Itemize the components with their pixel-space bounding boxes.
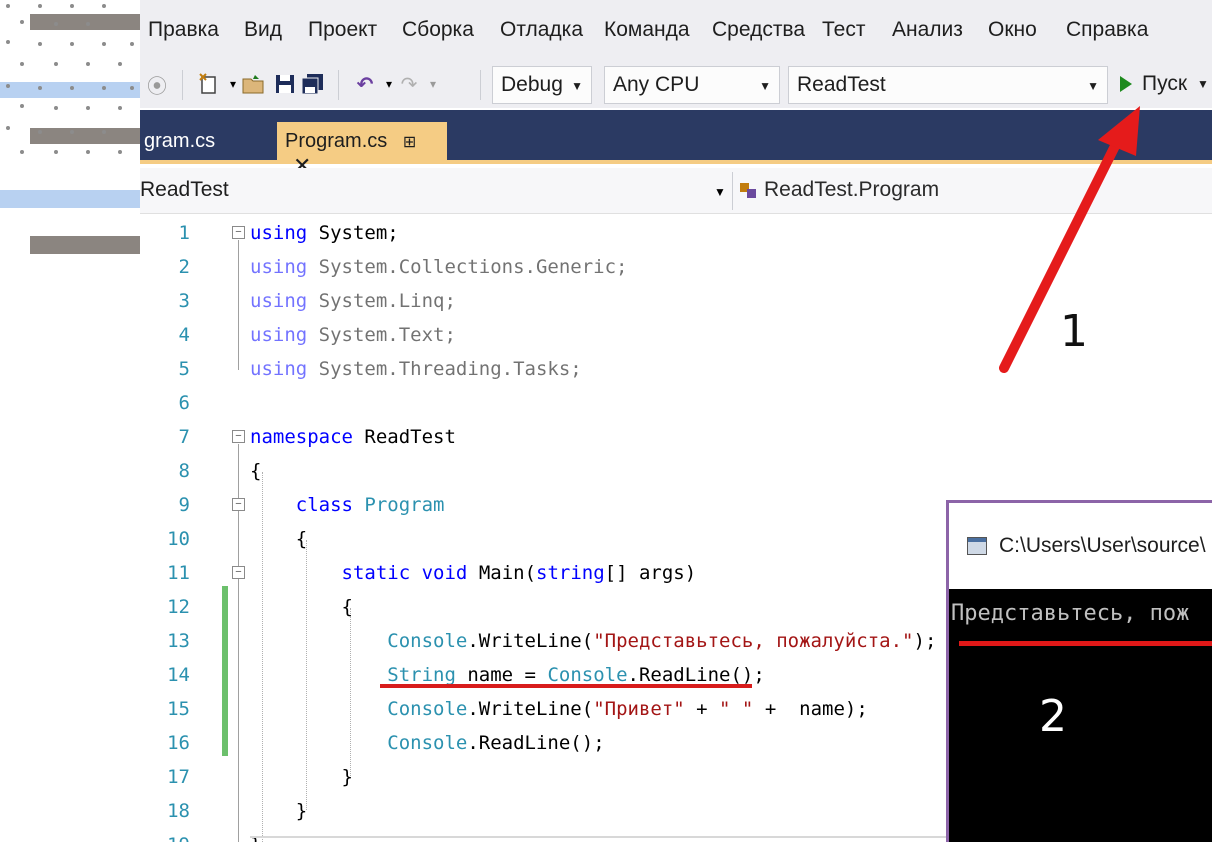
tab-program-cs-active[interactable]: Program.cs ⊞ ✕ [277,122,447,178]
configuration-value: Debug [501,73,563,96]
menu-item-project[interactable]: Проект [308,18,377,42]
decorative-bar [30,128,142,144]
collapse-icon[interactable]: − [232,226,245,239]
code-line: } [250,828,261,842]
play-icon [1120,76,1132,92]
type-dropdown[interactable]: ReadTest.Program [738,178,939,202]
line-number: 13 [167,630,190,652]
navigate-forward-icon[interactable]: ⦿ [144,70,170,98]
code-line: using System.Threading.Tasks; [250,358,582,380]
code-line: } [250,766,353,788]
tab-program-cs-inactive[interactable]: gram.cs [140,124,223,160]
code-line: namespace ReadTest [250,426,456,448]
code-line: { [250,528,308,550]
console-output: Представьтесь, пож [951,601,1190,626]
code-line: { [250,460,262,482]
line-number: 19 [140,828,190,842]
startup-project-select[interactable]: ReadTest ▼ [788,66,1108,104]
line-number: 3 [178,290,190,312]
line-number: 6 [178,392,190,414]
project-dropdown[interactable]: ReadTest [140,178,734,202]
tab-label: gram.cs [144,130,216,152]
chevron-down-icon[interactable]: ▼ [714,185,726,199]
redo-icon[interactable]: ↷ [396,70,422,98]
line-number: 8 [178,460,190,482]
code-line: using System; [250,222,399,244]
highlight-underline [380,684,752,688]
menu-item-edit[interactable]: Правка [148,18,219,42]
line-number: 14 [167,664,190,686]
code-line: Console.WriteLine("Привет" + " " + name)… [387,698,868,720]
line-number: 16 [167,732,190,754]
code-line: class Program [295,494,445,516]
line-number: 2 [178,256,190,278]
line-number: 10 [167,528,190,550]
undo-icon[interactable]: ↶ [352,70,378,98]
highlight-underline [959,641,1212,646]
console-window[interactable]: C:\Users\User\source\ Представьтесь, пож… [946,500,1212,842]
solution-configuration-select[interactable]: Debug ▼ [492,66,592,104]
console-icon [967,537,987,555]
tab-label: Program.cs [285,130,388,152]
line-number: 1 [178,222,190,244]
menu-item-test[interactable]: Тест [822,18,865,42]
decorative-bar [0,82,142,98]
platform-value: Any CPU [613,73,700,96]
decorative-pattern [0,0,150,260]
console-title-bar[interactable]: C:\Users\User\source\ [949,503,1212,589]
menu-item-debug[interactable]: Отладка [500,18,583,42]
start-label: Пуск [1142,72,1188,95]
type-label: ReadTest.Program [764,178,940,201]
code-line: static void Main(string[] args) [341,562,697,584]
menu-item-analyze[interactable]: Анализ [892,18,963,42]
menu-item-view[interactable]: Вид [244,18,282,42]
chevron-down-icon: ▼ [1197,77,1209,91]
save-all-icon[interactable] [300,70,326,98]
collapse-icon[interactable]: − [232,430,245,443]
menu-item-tools[interactable]: Средства [712,18,805,42]
solution-platform-select[interactable]: Any CPU ▼ [604,66,780,104]
save-icon[interactable] [272,70,298,98]
line-number: 5 [178,358,190,380]
code-line: Console.ReadLine(); [387,732,605,754]
new-project-icon[interactable] [196,70,222,98]
code-line: using System.Linq; [250,290,456,312]
menu-item-window[interactable]: Окно [988,18,1037,42]
decorative-bar [0,190,150,208]
change-tracking-bar [222,586,228,756]
annotation-number-one: 1 [1060,306,1088,357]
line-number: 12 [167,596,190,618]
line-number: 11 [167,562,190,584]
pin-icon[interactable]: ⊞ [403,134,416,151]
line-number: 18 [167,800,190,822]
menu-item-help[interactable]: Справка [1066,18,1148,42]
chevron-down-icon: ▼ [1087,79,1099,93]
chevron-down-icon: ▼ [571,79,583,93]
start-debugging-button[interactable]: Пуск ▼ [1120,64,1209,104]
code-line: { [250,596,353,618]
line-number: 17 [167,766,190,788]
code-line: } [250,800,308,822]
code-line: using System.Text; [250,324,456,346]
line-number: 7 [178,426,190,448]
menu-item-team[interactable]: Команда [604,18,690,42]
collapse-icon[interactable]: − [232,498,245,511]
startup-project-value: ReadTest [797,73,886,96]
collapse-icon[interactable]: − [232,566,245,579]
chevron-down-icon[interactable]: ▾ [420,70,446,98]
line-number: 9 [178,494,190,516]
code-line: using System.Collections.Generic; [250,256,628,278]
chevron-down-icon: ▼ [759,79,771,93]
class-icon [738,181,758,199]
console-title: C:\Users\User\source\ [999,534,1206,557]
menu-bar: Правка Вид Проект Сборка Отладка Команда… [140,0,1212,62]
code-line: Console.WriteLine("Представьтесь, пожалу… [387,630,937,652]
open-file-icon[interactable] [240,70,266,98]
line-number: 15 [167,698,190,720]
line-number: 4 [178,324,190,346]
menu-item-build[interactable]: Сборка [402,18,474,42]
annotation-number-two: 2 [1039,691,1067,742]
decorative-bar [30,236,142,254]
